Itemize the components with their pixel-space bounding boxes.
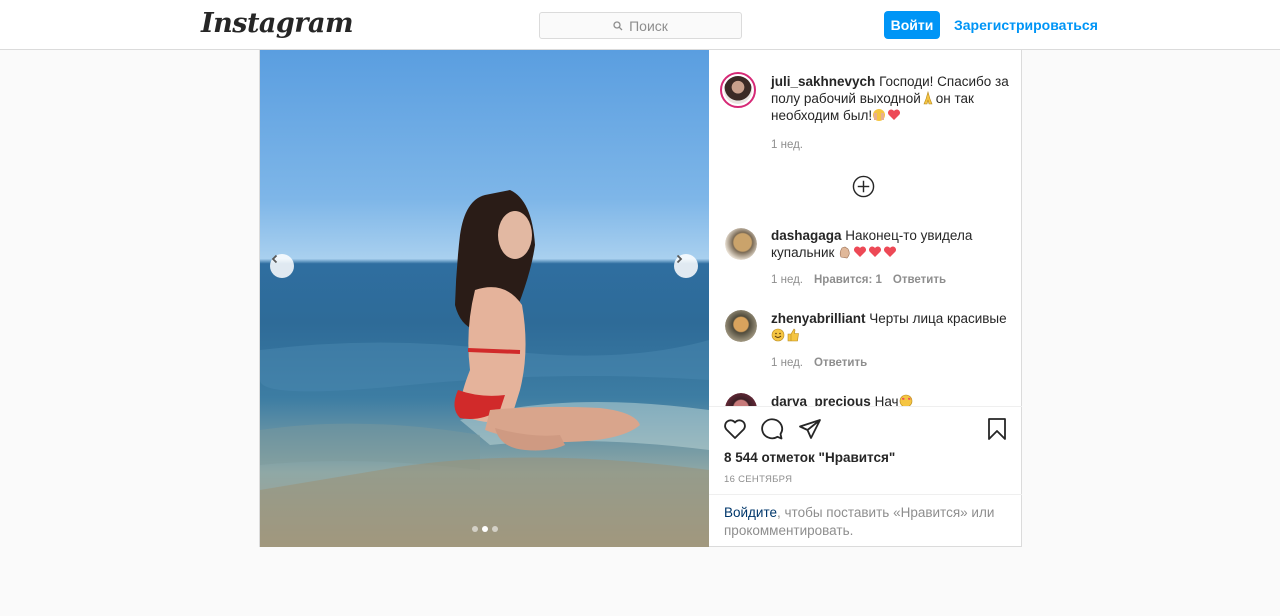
top-navigation-bar: Instagram Поиск Войти Зарегистрироваться [0, 0, 1280, 50]
next-slide-button[interactable] [674, 254, 698, 278]
comment-time[interactable]: 1 нед. [771, 274, 803, 286]
comment-meta: 1 нед. Нравится: 1 Ответить [771, 274, 957, 286]
carousel-dot-active [482, 526, 488, 532]
search-placeholder: Поиск [629, 17, 668, 34]
comments-list: juli_sakhnevych Господи! Спасибо за полу… [709, 50, 1022, 406]
post-photo[interactable] [260, 50, 709, 547]
author-avatar[interactable] [720, 72, 756, 108]
comment-bubble-icon[interactable] [760, 417, 784, 441]
red-heart-icon [854, 246, 867, 257]
signup-link[interactable]: Зарегистрироваться [954, 17, 1098, 33]
caption-time[interactable]: 1 нед. [771, 139, 803, 151]
caption-text: juli_sakhnevych Господи! Спасибо за полу… [771, 73, 1016, 124]
post-dialog: juli_sakhnevych Господи! Спасибо за полу… [259, 50, 1022, 547]
heart-eyes-face-icon [899, 394, 912, 406]
load-more-comments-icon[interactable] [852, 175, 875, 198]
commenter-avatar[interactable] [725, 228, 757, 260]
comment-text: darya_precious Нач [771, 393, 1016, 406]
face-hands-icon [873, 109, 886, 121]
comment-text: zhenyabrilliant Черты лица красивые [771, 310, 1016, 344]
carousel-dot [472, 526, 478, 532]
like-heart-icon[interactable] [723, 417, 747, 441]
comment-likes-count[interactable]: Нравится: 1 [814, 274, 882, 286]
praying-hands-icon [923, 91, 933, 105]
carousel-indicator [472, 526, 498, 532]
commenter-username[interactable]: dashagaga [771, 228, 842, 243]
search-icon [613, 20, 623, 30]
commenter-avatar[interactable] [725, 310, 757, 342]
post-sidebar: juli_sakhnevych Господи! Спасибо за полу… [709, 50, 1022, 547]
instagram-logo[interactable]: Instagram [201, 8, 354, 39]
comment-time[interactable]: 1 нед. [771, 357, 803, 369]
reply-button[interactable]: Ответить [814, 357, 867, 369]
photo-scene [260, 190, 709, 547]
caption-meta: 1 нед. [771, 139, 814, 151]
login-to-interact-prompt: Войдите, чтобы поставить «Нравится» или … [709, 494, 1022, 549]
comment-body: Нач [870, 394, 899, 406]
commenter-avatar[interactable] [725, 393, 757, 406]
comment-text: dashagaga Наконец-то увидела купальник [771, 227, 1016, 261]
carousel-dot [492, 526, 498, 532]
chevron-left-icon [271, 254, 278, 264]
search-input[interactable]: Поиск [539, 12, 742, 39]
likes-count[interactable]: 8 544 отметок "Нравится" [724, 450, 895, 465]
red-heart-icon [888, 109, 901, 120]
commenter-username[interactable]: darya_precious [771, 394, 871, 406]
bookmark-save-icon[interactable] [985, 417, 1009, 441]
commenter-username[interactable]: zhenyabrilliant [771, 311, 866, 326]
login-link[interactable]: Войдите [724, 505, 777, 520]
comment-meta: 1 нед. Ответить [771, 357, 878, 369]
post-actions: 8 544 отметок "Нравится" 16 СЕНТЯБРЯ [709, 406, 1022, 494]
red-heart-icon [884, 246, 897, 257]
comment-body: Черты лица красивые [865, 311, 1007, 326]
share-send-icon[interactable] [798, 417, 822, 441]
post-date[interactable]: 16 СЕНТЯБРЯ [724, 474, 792, 485]
thumbs-up-icon [787, 328, 799, 342]
author-username[interactable]: juli_sakhnevych [771, 74, 875, 89]
login-button[interactable]: Войти [884, 11, 940, 39]
smiling-face-icon [771, 328, 785, 342]
chevron-right-icon [676, 254, 683, 264]
red-heart-icon [869, 246, 882, 257]
previous-slide-button[interactable] [270, 254, 294, 278]
reply-button[interactable]: Ответить [893, 274, 946, 286]
clapping-hands-icon [840, 246, 850, 259]
